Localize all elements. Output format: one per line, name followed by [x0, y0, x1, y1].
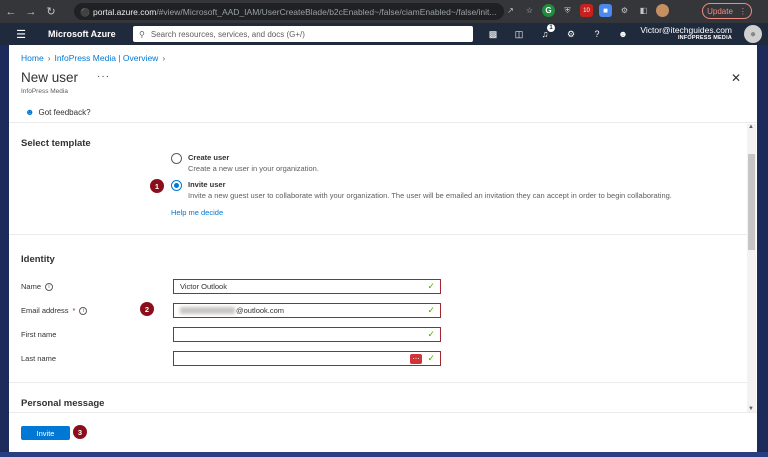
search-icon: ⚲	[139, 29, 145, 39]
puzzle-extensions-icon[interactable]: ⚙	[618, 4, 631, 17]
notification-count-badge: 1	[547, 24, 555, 32]
first-name-label: First name	[21, 330, 57, 339]
feedback-label: Got feedback?	[38, 107, 91, 117]
account-email: Victor@itechguides.com	[640, 25, 732, 35]
lock-icon: ⚫	[80, 7, 90, 17]
new-user-blade: Home › InfoPress Media | Overview › New …	[9, 45, 757, 452]
blade-footer: Invite 3	[9, 412, 757, 452]
invite-button[interactable]: Invite	[21, 426, 70, 440]
more-options-icon[interactable]: ···	[97, 71, 110, 82]
scroll-up-arrow-icon[interactable]: ▲	[748, 124, 754, 130]
directory-filter-icon[interactable]: ◫	[512, 26, 526, 42]
invite-user-radio[interactable]	[171, 180, 182, 191]
select-template-heading: Select template	[21, 138, 91, 149]
shield-extension-icon[interactable]: ⛨	[561, 4, 574, 17]
valid-check-icon: ✓	[427, 329, 435, 339]
name-value: Victor Outlook	[180, 282, 227, 291]
update-label: Update	[707, 6, 733, 16]
forward-arrow-icon[interactable]: →	[22, 3, 40, 21]
calendar-extension-icon[interactable]: 10	[580, 4, 593, 17]
search-placeholder: Search resources, services, and docs (G+…	[150, 29, 305, 39]
sidebar-icon[interactable]: ◧	[637, 4, 650, 17]
breadcrumb-overview[interactable]: InfoPress Media | Overview	[55, 53, 159, 63]
share-icon[interactable]: ↗	[504, 4, 517, 17]
account-avatar[interactable]: ●	[744, 25, 762, 43]
command-bar: ☻ Got feedback?	[9, 101, 757, 123]
kebab-menu-icon: ⋮	[738, 6, 747, 16]
blue-extension-icon[interactable]: ■	[599, 4, 612, 17]
redacted-email-local-part	[180, 307, 235, 314]
email-value: @outlook.com	[236, 306, 285, 315]
feedback-icon: ☻	[25, 107, 35, 117]
account-menu[interactable]: Victor@itechguides.com INFOPRESS MEDIA	[640, 25, 732, 41]
identity-heading: Identity	[21, 254, 55, 265]
last-name-label: Last name	[21, 354, 57, 363]
grammarly-extension-icon[interactable]: G	[542, 4, 555, 17]
invite-user-label: Invite user	[188, 180, 226, 189]
name-label-text: Name	[21, 282, 42, 291]
password-manager-icon[interactable]: ⋯	[410, 354, 422, 364]
step-badge-3: 3	[73, 425, 87, 439]
form-content[interactable]: Select template Create user Create a new…	[9, 124, 747, 412]
azure-header: ☰ Microsoft Azure ⚲ Search resources, se…	[0, 23, 768, 45]
profile-avatar-icon[interactable]	[656, 4, 669, 17]
email-field[interactable]: @outlook.com ✓	[173, 303, 441, 318]
create-user-label: Create user	[188, 153, 230, 162]
create-user-description: Create a new user in your organization.	[188, 164, 319, 173]
reload-icon[interactable]: ↻	[42, 3, 60, 21]
invite-user-option[interactable]: Invite user Invite a new guest user to c…	[171, 180, 672, 200]
create-user-option[interactable]: Create user Create a new user in your or…	[171, 153, 319, 173]
email-label-text: Email address	[21, 306, 69, 315]
breadcrumb-home[interactable]: Home	[21, 53, 44, 63]
help-question-icon[interactable]: ?	[590, 26, 604, 42]
valid-check-icon: ✓	[427, 353, 435, 363]
section-divider	[9, 234, 747, 235]
info-icon[interactable]: i	[45, 282, 54, 291]
personal-message-heading: Personal message	[21, 398, 105, 409]
last-name-field[interactable]: ⋯ ✓	[173, 351, 441, 366]
valid-check-icon: ✓	[427, 305, 435, 315]
back-arrow-icon[interactable]: ←	[2, 3, 20, 21]
settings-gear-icon[interactable]: ⚙	[564, 26, 578, 42]
close-icon[interactable]: ✕	[731, 71, 741, 85]
desktop-background-strip	[0, 452, 768, 457]
invite-user-description: Invite a new guest user to collaborate w…	[188, 191, 672, 200]
scroll-thumb[interactable]	[748, 154, 755, 250]
feedback-button[interactable]: ☻ Got feedback?	[25, 107, 91, 117]
feedback-person-icon[interactable]: ☻	[616, 26, 630, 42]
browser-toolbar: ← → ↻ ⚫ portal.azure.com/#view/Microsoft…	[0, 0, 768, 23]
help-me-decide-link[interactable]: Help me decide	[171, 208, 223, 217]
url-host: portal.azure.com	[93, 6, 157, 17]
page-subtitle: InfoPress Media	[21, 88, 68, 95]
account-tenant: INFOPRESS MEDIA	[677, 35, 732, 41]
global-search-input[interactable]: ⚲ Search resources, services, and docs (…	[133, 26, 473, 42]
cloud-shell-icon[interactable]: ▩	[486, 26, 500, 42]
required-asterisk: *	[72, 306, 76, 315]
vertical-scrollbar[interactable]: ▲ ▼	[747, 124, 756, 412]
page-title: New user	[21, 70, 79, 85]
chevron-right-icon: ›	[162, 53, 166, 63]
url-path: /#view/Microsoft_AAD_IAM/UserCreateBlade…	[156, 6, 497, 17]
name-label: Name i	[21, 282, 54, 291]
breadcrumb: Home › InfoPress Media | Overview ›	[21, 53, 165, 63]
brand-name[interactable]: Microsoft Azure	[48, 29, 116, 39]
bookmark-star-icon[interactable]: ☆	[523, 4, 536, 17]
chevron-right-icon: ›	[47, 53, 51, 63]
update-button[interactable]: Update ⋮	[702, 3, 752, 19]
address-bar[interactable]: ⚫ portal.azure.com/#view/Microsoft_AAD_I…	[74, 3, 504, 20]
email-label: Email address * i	[21, 306, 88, 315]
notifications-bell-icon[interactable]: ♫ 1	[538, 24, 555, 42]
create-user-radio[interactable]	[171, 153, 182, 164]
step-badge-1: 1	[150, 179, 164, 193]
step-badge-2: 2	[140, 302, 154, 316]
info-icon[interactable]: i	[79, 306, 88, 315]
first-name-field[interactable]: ✓	[173, 327, 441, 342]
section-divider	[9, 382, 747, 383]
hamburger-menu-icon[interactable]: ☰	[10, 23, 32, 45]
valid-check-icon: ✓	[427, 281, 435, 291]
name-field[interactable]: Victor Outlook ✓	[173, 279, 441, 294]
